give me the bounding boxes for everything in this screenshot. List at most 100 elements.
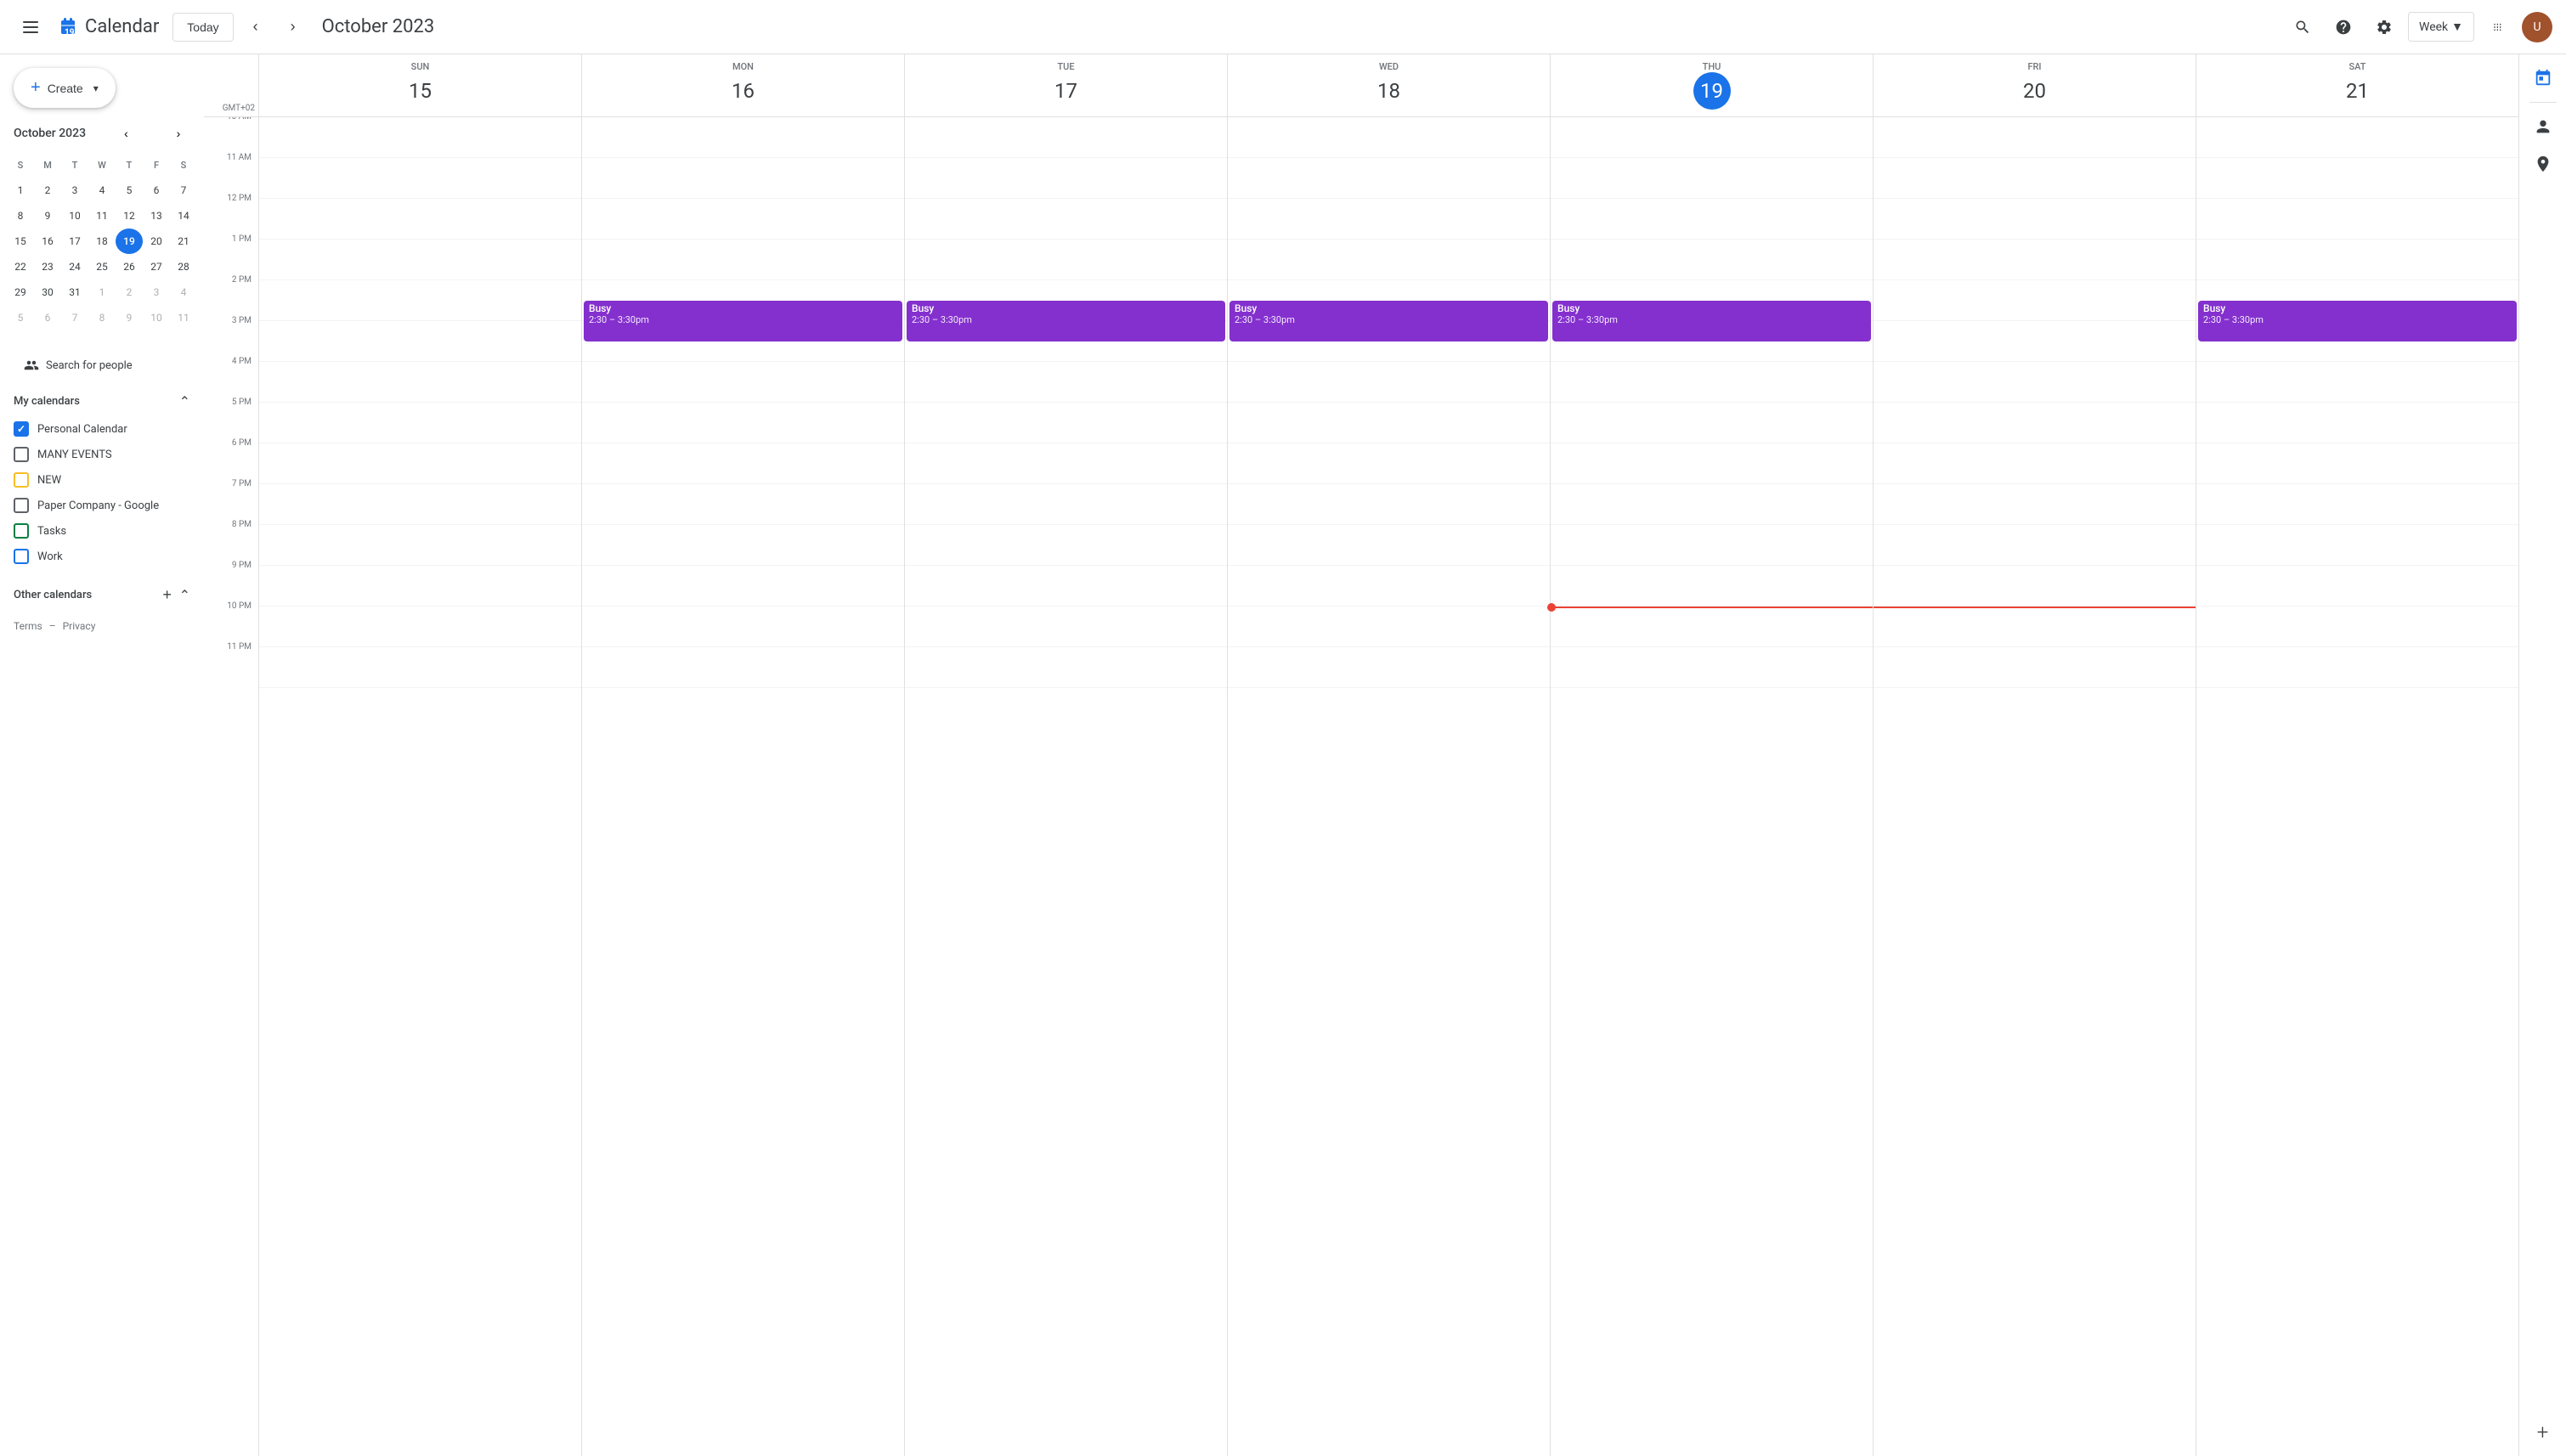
calendar-item[interactable]: Paper Company - Google: [0, 493, 204, 518]
days-grid: Busy2:30 – 3:30pmBusy2:30 – 3:30pmBusy2:…: [258, 117, 2518, 1456]
day-column-15[interactable]: [258, 117, 581, 1456]
mini-cal-day[interactable]: 14: [170, 203, 197, 229]
view-selector[interactable]: Week ▼: [2408, 12, 2474, 42]
right-map-icon[interactable]: [2526, 147, 2560, 181]
mini-cal-day[interactable]: 7: [170, 178, 197, 203]
calendar-item[interactable]: ✓Personal Calendar: [0, 416, 204, 442]
mini-cal-day[interactable]: 4: [88, 178, 116, 203]
mini-cal-day[interactable]: 11: [88, 203, 116, 229]
day-header[interactable]: MON16: [581, 54, 904, 116]
next-button[interactable]: ›: [278, 12, 308, 42]
day-header[interactable]: WED18: [1227, 54, 1550, 116]
mini-cal-day[interactable]: 26: [116, 254, 143, 279]
my-calendars-toggle-icon: ⌃: [179, 393, 190, 409]
mini-cal-day[interactable]: 19: [116, 229, 143, 254]
mini-cal-day[interactable]: 8: [88, 305, 116, 330]
search-people[interactable]: Search for people: [14, 351, 190, 380]
mini-cal-day[interactable]: 13: [143, 203, 170, 229]
mini-cal-day[interactable]: 24: [61, 254, 88, 279]
mini-cal-next[interactable]: ›: [167, 121, 190, 145]
mini-cal-day[interactable]: 12: [116, 203, 143, 229]
mini-cal-day[interactable]: 5: [7, 305, 34, 330]
day-header[interactable]: SAT21: [2196, 54, 2518, 116]
right-add-icon[interactable]: +: [2526, 1415, 2560, 1449]
mini-cal-day[interactable]: 17: [61, 229, 88, 254]
mini-cal-day[interactable]: 31: [61, 279, 88, 305]
help-button[interactable]: [2326, 10, 2360, 44]
mini-cal-day[interactable]: 22: [7, 254, 34, 279]
mini-cal-day[interactable]: 5: [116, 178, 143, 203]
day-header[interactable]: THU19: [1550, 54, 1873, 116]
mini-cal-day[interactable]: 3: [61, 178, 88, 203]
calendar-item[interactable]: Work: [0, 544, 204, 569]
mini-cal-day[interactable]: 7: [61, 305, 88, 330]
mini-cal-day[interactable]: 6: [34, 305, 61, 330]
mini-cal-day[interactable]: 25: [88, 254, 116, 279]
day-column-19[interactable]: Busy2:30 – 3:30pm: [1550, 117, 1873, 1456]
day-column-20[interactable]: [1873, 117, 2196, 1456]
mini-cal-day[interactable]: 6: [143, 178, 170, 203]
calendar-item[interactable]: MANY EVENTS: [0, 442, 204, 467]
day-column-16[interactable]: Busy2:30 – 3:30pm: [581, 117, 904, 1456]
time-column: 10 AM11 AM12 PM1 PM2 PM3 PM4 PM5 PM6 PM7…: [204, 117, 258, 1456]
mini-cal-day[interactable]: 2: [34, 178, 61, 203]
mini-cal-day[interactable]: 30: [34, 279, 61, 305]
event-block[interactable]: Busy2:30 – 3:30pm: [1229, 301, 1548, 341]
other-calendars-header[interactable]: Other calendars + ⌃: [0, 576, 204, 613]
mini-cal-day[interactable]: 10: [143, 305, 170, 330]
search-button[interactable]: [2286, 10, 2320, 44]
right-calendar-icon[interactable]: [2526, 61, 2560, 95]
mini-cal-day[interactable]: 1: [88, 279, 116, 305]
event-block[interactable]: Busy2:30 – 3:30pm: [2198, 301, 2517, 341]
day-name: FRI: [1874, 61, 2196, 72]
mini-cal-day[interactable]: 3: [143, 279, 170, 305]
add-other-calendar-button[interactable]: +: [155, 583, 179, 607]
my-calendars-header[interactable]: My calendars ⌃: [0, 387, 204, 416]
mini-cal-day[interactable]: 27: [143, 254, 170, 279]
my-calendars-section: My calendars ⌃ ✓Personal CalendarMANY EV…: [0, 387, 204, 569]
day-header[interactable]: TUE17: [904, 54, 1227, 116]
event-block[interactable]: Busy2:30 – 3:30pm: [584, 301, 902, 341]
day-header[interactable]: FRI20: [1873, 54, 2196, 116]
terms-link[interactable]: Terms: [14, 620, 42, 632]
right-user-icon[interactable]: [2526, 110, 2560, 144]
mini-cal-day[interactable]: 28: [170, 254, 197, 279]
privacy-link[interactable]: Privacy: [63, 620, 96, 632]
mini-cal-day[interactable]: 8: [7, 203, 34, 229]
day-column-18[interactable]: Busy2:30 – 3:30pm: [1227, 117, 1550, 1456]
event-time: 2:30 – 3:30pm: [2203, 314, 2512, 325]
calendar-item[interactable]: Tasks: [0, 518, 204, 544]
mini-cal-day[interactable]: 11: [170, 305, 197, 330]
hour-line: [1228, 362, 1550, 403]
mini-cal-day[interactable]: 4: [170, 279, 197, 305]
day-header[interactable]: SUN15: [258, 54, 581, 116]
mini-cal-day[interactable]: 18: [88, 229, 116, 254]
mini-cal-day[interactable]: 21: [170, 229, 197, 254]
mini-cal-day[interactable]: 9: [34, 203, 61, 229]
top-bar: 19 Calendar Today ‹ › October 2023 Week …: [0, 0, 2566, 54]
mini-cal-day[interactable]: 20: [143, 229, 170, 254]
mini-cal-day[interactable]: 16: [34, 229, 61, 254]
day-column-17[interactable]: Busy2:30 – 3:30pm: [904, 117, 1227, 1456]
today-button[interactable]: Today: [172, 13, 233, 42]
mini-cal-day[interactable]: 15: [7, 229, 34, 254]
time-slot: 11 AM: [204, 158, 258, 199]
menu-button[interactable]: [14, 10, 48, 44]
calendar-item-label: NEW: [37, 474, 61, 487]
day-column-21[interactable]: Busy2:30 – 3:30pm: [2196, 117, 2518, 1456]
event-block[interactable]: Busy2:30 – 3:30pm: [907, 301, 1225, 341]
create-button[interactable]: + Create ▾: [14, 68, 116, 108]
event-block[interactable]: Busy2:30 – 3:30pm: [1552, 301, 1871, 341]
settings-button[interactable]: [2367, 10, 2401, 44]
user-avatar[interactable]: U: [2522, 12, 2552, 42]
calendar-item[interactable]: NEW: [0, 467, 204, 493]
mini-cal-day[interactable]: 23: [34, 254, 61, 279]
prev-button[interactable]: ‹: [240, 12, 271, 42]
mini-cal-day[interactable]: 9: [116, 305, 143, 330]
mini-cal-day[interactable]: 10: [61, 203, 88, 229]
mini-cal-day[interactable]: 1: [7, 178, 34, 203]
mini-cal-day[interactable]: 2: [116, 279, 143, 305]
mini-cal-day[interactable]: 29: [7, 279, 34, 305]
mini-cal-prev[interactable]: ‹: [115, 121, 138, 145]
apps-button[interactable]: [2481, 10, 2515, 44]
